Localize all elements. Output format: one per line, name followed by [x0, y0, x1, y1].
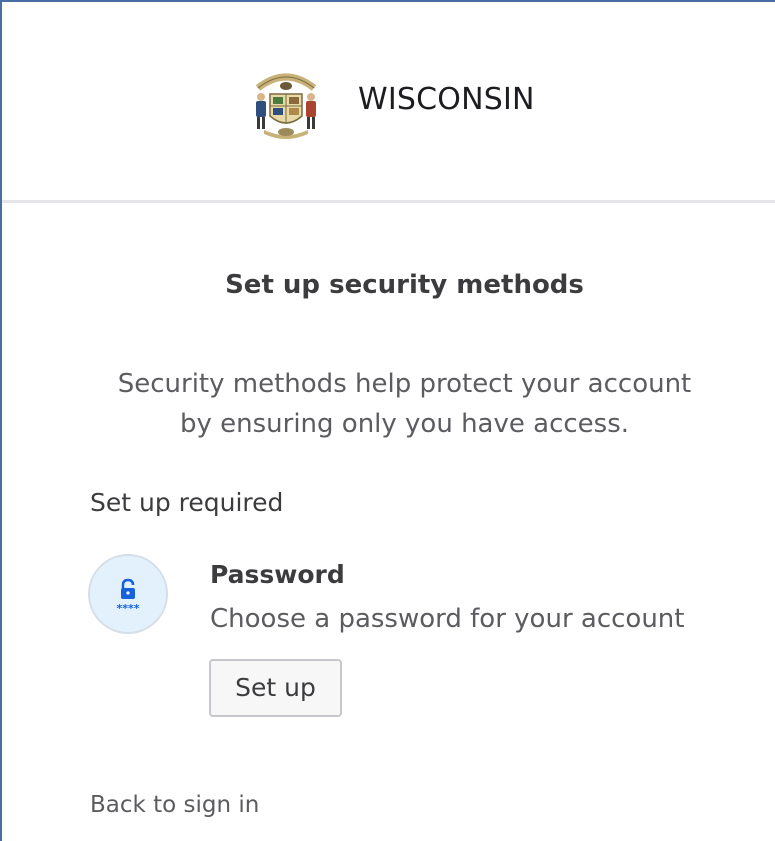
section-label-required: Set up required [90, 488, 284, 517]
wisconsin-seal-icon [255, 73, 317, 139]
method-name-password: Password [210, 560, 345, 589]
password-lock-icon: **** [88, 554, 168, 634]
page-subtitle: Security methods help protect your accou… [2, 364, 775, 444]
subtitle-line-2: by ensuring only you have access. [179, 409, 630, 439]
back-to-sign-in-link[interactable]: Back to sign in [90, 792, 259, 818]
method-description-password: Choose a password for your account [210, 604, 685, 634]
svg-text:****: **** [116, 602, 139, 615]
setup-password-button[interactable]: Set up [209, 659, 342, 717]
signin-widget: WISCONSIN Set up security methods Securi… [0, 0, 775, 841]
subtitle-line-1: Security methods help protect your accou… [117, 369, 692, 399]
page-title: Set up security methods [225, 270, 584, 300]
brand-name: WISCONSIN [358, 82, 535, 117]
widget-header: WISCONSIN [2, 2, 775, 203]
